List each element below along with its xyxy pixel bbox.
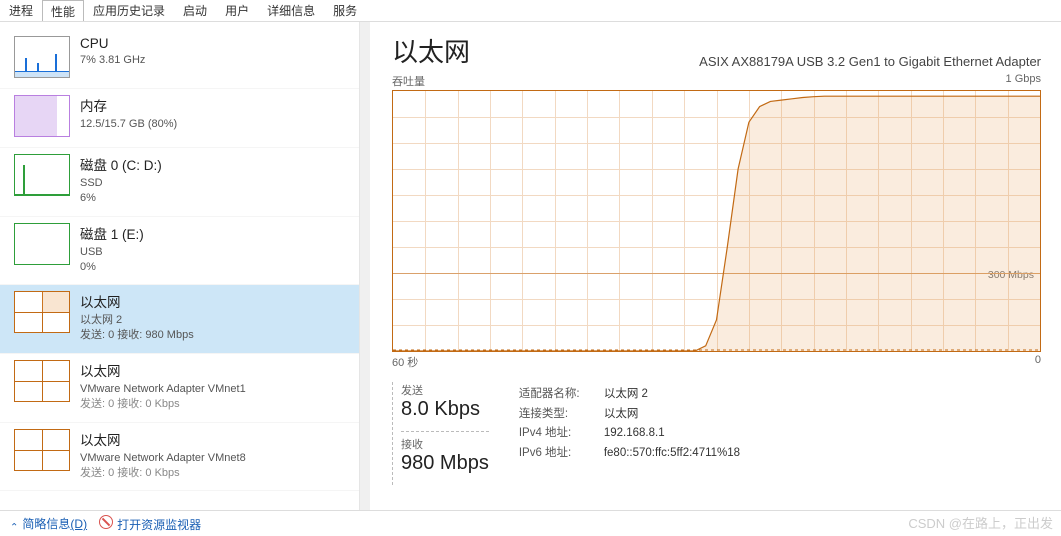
sidebar-item-sub: USB	[80, 245, 144, 260]
open-resource-monitor-link[interactable]: 打开资源监视器	[99, 515, 201, 533]
chart-label-throughput: 吞吐量	[392, 73, 425, 89]
ethernet-thumb-icon	[14, 429, 70, 471]
v-ipv4: 192.168.8.1	[604, 424, 665, 444]
chart-label-max: 1 Gbps	[1006, 73, 1041, 89]
sidebar-item-sub2: 6%	[80, 191, 162, 206]
sidebar-item-title: 磁盘 1 (E:)	[80, 223, 144, 243]
tab-performance[interactable]: 性能	[42, 0, 84, 21]
sidebar-item-sub: SSD	[80, 176, 162, 191]
sidebar-item-sub2: 0%	[80, 260, 144, 275]
sidebar-item-ethernet-vmnet8[interactable]: 以太网 VMware Network Adapter VMnet8 发送: 0 …	[0, 423, 359, 492]
sidebar-item-title: 以太网	[80, 360, 246, 380]
sidebar-item-sub2: 发送: 0 接收: 0 Kbps	[80, 466, 246, 481]
main-panel: 以太网 ASIX AX88179A USB 3.2 Gen1 to Gigabi…	[370, 22, 1061, 510]
fewer-details-link[interactable]: ⌄简略信息(D)	[10, 515, 87, 532]
ethernet-thumb-icon	[14, 360, 70, 402]
tab-bar: 进程 性能 应用历史记录 启动 用户 详细信息 服务	[0, 0, 1061, 22]
sidebar-item-sub: 以太网 2	[80, 313, 194, 328]
chart-label-60s: 60 秒	[392, 354, 418, 370]
tab-services[interactable]: 服务	[324, 0, 366, 21]
page-title: 以太网	[392, 32, 470, 69]
sidebar-item-sub2: 发送: 0 接收: 980 Mbps	[80, 328, 194, 343]
cpu-thumb-icon	[14, 36, 70, 78]
sidebar-item-memory[interactable]: 内存 12.5/15.7 GB (80%)	[0, 89, 359, 148]
sidebar-item-sub: VMware Network Adapter VMnet1	[80, 382, 246, 397]
k-conn-type: 连接类型:	[519, 405, 604, 425]
tab-details[interactable]: 详细信息	[258, 0, 324, 21]
sidebar-item-disk0[interactable]: 磁盘 0 (C: D:) SSD 6%	[0, 148, 359, 217]
chart-label-0: 0	[1035, 354, 1041, 370]
adapter-name: ASIX AX88179A USB 3.2 Gen1 to Gigabit Et…	[699, 54, 1041, 69]
stats-send-recv: 发送 8.0 Kbps 接收 980 Mbps	[392, 382, 489, 485]
sidebar-item-title: 磁盘 0 (C: D:)	[80, 154, 162, 174]
recv-value: 980 Mbps	[401, 452, 489, 475]
recv-label: 接收	[401, 436, 489, 452]
tab-app-history[interactable]: 应用历史记录	[84, 0, 174, 21]
sidebar-item-title: 以太网	[80, 429, 246, 449]
send-value: 8.0 Kbps	[401, 398, 489, 421]
v-adapter-name: 以太网 2	[604, 385, 648, 405]
throughput-chart: 300 Mbps	[392, 90, 1041, 352]
adapter-info: 适配器名称:以太网 2 连接类型:以太网 IPv4 地址:192.168.8.1…	[519, 382, 740, 485]
k-adapter-name: 适配器名称:	[519, 385, 604, 405]
send-label: 发送	[401, 382, 489, 398]
chevron-up-icon: ⌄	[10, 520, 18, 531]
sidebar-item-ethernet[interactable]: 以太网 以太网 2 发送: 0 接收: 980 Mbps	[0, 285, 359, 354]
sidebar-item-cpu[interactable]: CPU 7% 3.81 GHz	[0, 30, 359, 89]
sidebar-item-sub: VMware Network Adapter VMnet8	[80, 451, 246, 466]
sidebar-item-title: CPU	[80, 36, 145, 51]
sidebar-item-sub: 7% 3.81 GHz	[80, 53, 145, 68]
sidebar-item-ethernet-vmnet1[interactable]: 以太网 VMware Network Adapter VMnet1 发送: 0 …	[0, 354, 359, 423]
ethernet-thumb-icon	[14, 291, 70, 333]
k-ipv6: IPv6 地址:	[519, 444, 604, 464]
disk-thumb-icon	[14, 154, 70, 196]
v-conn-type: 以太网	[604, 405, 639, 425]
sidebar-item-title: 以太网	[80, 291, 194, 311]
footer-bar: ⌄简略信息(D) 打开资源监视器	[0, 510, 1061, 536]
tab-startup[interactable]: 启动	[174, 0, 216, 21]
sidebar-scrollbar[interactable]	[360, 22, 370, 510]
k-ipv4: IPv4 地址:	[519, 424, 604, 444]
watermark: CSDN @在路上，正出发	[908, 513, 1053, 532]
memory-thumb-icon	[14, 95, 70, 137]
content: CPU 7% 3.81 GHz 内存 12.5/15.7 GB (80%) 磁盘…	[0, 22, 1061, 510]
v-ipv6: fe80::570:ffc:5ff2:4711%18	[604, 444, 740, 464]
tab-users[interactable]: 用户	[216, 0, 258, 21]
sidebar-item-title: 内存	[80, 95, 177, 115]
disk-thumb-icon	[14, 223, 70, 265]
tab-processes[interactable]: 进程	[0, 0, 42, 21]
sidebar-item-disk1[interactable]: 磁盘 1 (E:) USB 0%	[0, 217, 359, 286]
sidebar: CPU 7% 3.81 GHz 内存 12.5/15.7 GB (80%) 磁盘…	[0, 22, 360, 510]
resource-monitor-icon	[99, 515, 113, 529]
sidebar-item-sub2: 发送: 0 接收: 0 Kbps	[80, 397, 246, 412]
sidebar-item-sub: 12.5/15.7 GB (80%)	[80, 117, 177, 132]
